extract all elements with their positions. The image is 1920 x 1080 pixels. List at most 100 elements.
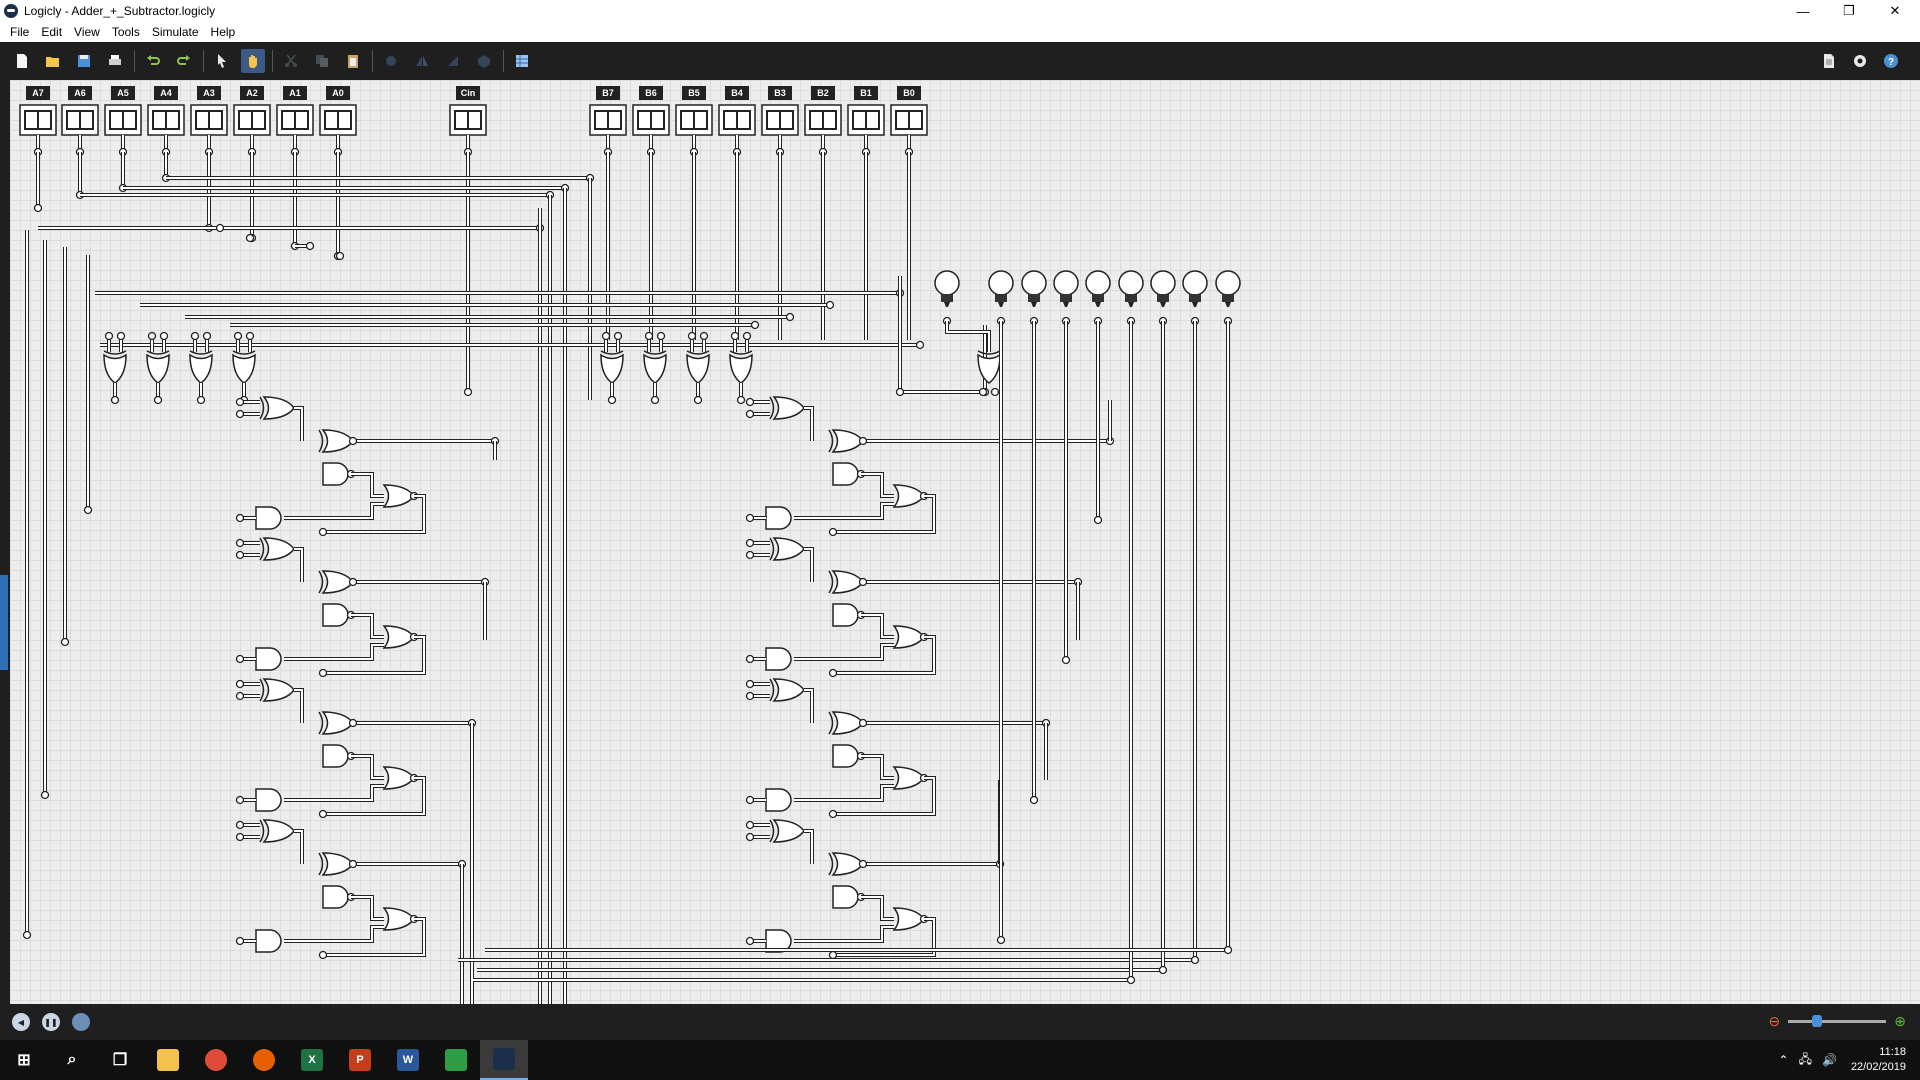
output-bulb[interactable]	[1215, 270, 1241, 296]
and-gate[interactable]	[255, 788, 282, 812]
wire-node[interactable]	[1190, 955, 1200, 965]
xor-gate[interactable]	[729, 353, 753, 384]
xor-gate[interactable]	[772, 678, 805, 702]
undo-icon[interactable]	[141, 49, 165, 73]
wire-node[interactable]	[305, 241, 315, 251]
wire-node[interactable]	[348, 718, 358, 728]
wire-node[interactable]	[745, 397, 755, 407]
wire-node[interactable]	[235, 832, 245, 842]
or-gate[interactable]	[382, 907, 415, 931]
output-bulb[interactable]	[934, 270, 960, 296]
xor-gate[interactable]	[831, 429, 864, 453]
new-icon[interactable]	[10, 49, 34, 73]
input-label-text-b7[interactable]: B7	[602, 88, 614, 98]
hand-icon[interactable]	[241, 49, 265, 73]
rotate-icon[interactable]	[379, 49, 403, 73]
input-label-text-b3[interactable]: B3	[774, 88, 786, 98]
wire-node[interactable]	[22, 930, 32, 940]
wire-node[interactable]	[235, 820, 245, 830]
xor-gate[interactable]	[232, 353, 256, 384]
xor-gate[interactable]	[103, 353, 127, 384]
xor-gate[interactable]	[772, 396, 805, 420]
wire-node[interactable]	[693, 395, 703, 405]
wire-node[interactable]	[318, 950, 328, 960]
wire[interactable]	[794, 926, 894, 942]
or-gate[interactable]	[382, 766, 415, 790]
wire-node[interactable]	[745, 409, 755, 419]
restore-button[interactable]: ❐	[1826, 0, 1872, 22]
input-label-text-b4[interactable]: B4	[731, 88, 743, 98]
input-label-text-cin[interactable]: Cin	[461, 88, 476, 98]
wire-node[interactable]	[147, 331, 157, 341]
help-icon[interactable]: ?	[1879, 49, 1903, 73]
wire-node[interactable]	[1029, 795, 1039, 805]
zoom-in-icon[interactable]: ⊕	[1894, 1013, 1906, 1030]
input-label-text-b6[interactable]: B6	[645, 88, 657, 98]
wire-node[interactable]	[83, 505, 93, 515]
xor-gate[interactable]	[686, 353, 710, 384]
zoom-out-icon[interactable]: ⊖	[1769, 1013, 1781, 1030]
xor-gate[interactable]	[321, 570, 354, 594]
wire-node[interactable]	[1158, 965, 1168, 975]
wire-node[interactable]	[153, 395, 163, 405]
wire[interactable]	[861, 473, 894, 497]
wire-node[interactable]	[60, 637, 70, 647]
input-label-text-a0[interactable]: A0	[332, 88, 344, 98]
chrome-icon[interactable]	[192, 1040, 240, 1080]
wire-node[interactable]	[745, 795, 755, 805]
save-icon[interactable]	[72, 49, 96, 73]
wire-node[interactable]	[1061, 655, 1071, 665]
firefox-icon[interactable]	[240, 1040, 288, 1080]
xor-gate[interactable]	[321, 852, 354, 876]
wire[interactable]	[861, 614, 894, 638]
wire-node[interactable]	[828, 527, 838, 537]
wire-node[interactable]	[745, 513, 755, 523]
side-panel-toggle[interactable]	[0, 575, 8, 670]
wire-node[interactable]	[607, 395, 617, 405]
xor-gate[interactable]	[189, 353, 213, 384]
cut-icon[interactable]	[279, 49, 303, 73]
file-explorer-icon[interactable]	[144, 1040, 192, 1080]
menu-edit[interactable]: Edit	[35, 25, 68, 39]
group-icon[interactable]	[472, 49, 496, 73]
output-bulb[interactable]	[1182, 270, 1208, 296]
xor-gate[interactable]	[831, 711, 864, 735]
and-gate[interactable]	[832, 603, 859, 627]
xor-gate[interactable]	[643, 353, 667, 384]
task-view-icon[interactable]: ❐	[96, 1040, 144, 1080]
or-gate[interactable]	[382, 625, 415, 649]
wire-node[interactable]	[858, 859, 868, 869]
and-gate[interactable]	[832, 744, 859, 768]
wire-node[interactable]	[235, 679, 245, 689]
and-gate[interactable]	[255, 929, 282, 953]
or-gate[interactable]	[382, 484, 415, 508]
wire-node[interactable]	[335, 251, 345, 261]
spreadsheet-app-icon[interactable]	[432, 1040, 480, 1080]
input-label-text-b1[interactable]: B1	[860, 88, 872, 98]
wire-node[interactable]	[196, 395, 206, 405]
wire[interactable]	[351, 614, 384, 638]
flip-horizontal-icon[interactable]	[410, 49, 434, 73]
wire-node[interactable]	[235, 397, 245, 407]
wire-node[interactable]	[348, 577, 358, 587]
wire-node[interactable]	[650, 395, 660, 405]
wire-node[interactable]	[996, 935, 1006, 945]
wire-node[interactable]	[1223, 945, 1233, 955]
wire[interactable]	[351, 473, 384, 497]
input-label-text-a2[interactable]: A2	[246, 88, 258, 98]
zoom-slider[interactable]	[1788, 1015, 1887, 1027]
wire-node[interactable]	[644, 331, 654, 341]
input-label-text-a1[interactable]: A1	[289, 88, 301, 98]
xor-gate[interactable]	[772, 819, 805, 843]
menu-tools[interactable]: Tools	[106, 25, 146, 39]
wire[interactable]	[284, 503, 384, 519]
settings-icon[interactable]	[1848, 49, 1872, 73]
wire[interactable]	[284, 926, 384, 942]
excel-icon[interactable]: X	[288, 1040, 336, 1080]
wire-node[interactable]	[825, 300, 835, 310]
volume-icon[interactable]: 🔊	[1822, 1053, 1837, 1067]
step-icon[interactable]	[72, 1013, 90, 1031]
document-icon[interactable]	[1817, 49, 1841, 73]
open-icon[interactable]	[41, 49, 65, 73]
output-bulb[interactable]	[1021, 270, 1047, 296]
